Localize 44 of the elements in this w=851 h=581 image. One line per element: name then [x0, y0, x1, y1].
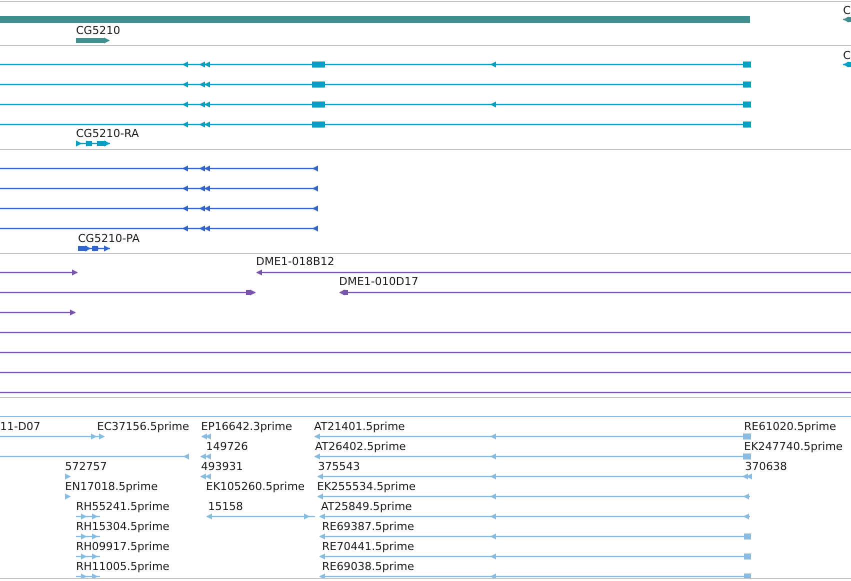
est-glyph: [76, 554, 100, 560]
feature-label: AT21401.5prime: [314, 420, 405, 433]
feature-label: AT25849.5prime: [321, 500, 412, 513]
feature-label: 493931: [201, 460, 243, 473]
feature-label: 149726: [206, 440, 248, 453]
feature-label: EK247740.5prime: [744, 440, 843, 453]
feature-label: 15158: [208, 500, 243, 513]
feature-label: 572757: [65, 460, 107, 473]
feature-label: EN17018.5prime: [65, 480, 158, 493]
feature-label: CG5210: [76, 24, 120, 37]
feature-label: C: [843, 4, 851, 17]
feature-label: RH09917.5prime: [76, 540, 170, 553]
gene-glyph: [843, 16, 851, 22]
feature-label: RH15304.5prime: [76, 520, 170, 533]
est-glyph: [201, 434, 211, 440]
feature-label: EK255534.5prime: [317, 480, 416, 493]
feature-label: EC37156.5prime: [97, 420, 190, 433]
feature-label: RE61020.5prime: [744, 420, 836, 433]
feature-label: 370638: [745, 460, 787, 473]
feature-label: RH55241.5prime: [76, 500, 170, 513]
feature-label: EK105260.5prime: [206, 480, 305, 493]
feature-label: EP16642.3prime: [201, 420, 292, 433]
gene-glyph: [76, 38, 110, 44]
feature-label: CG5210-RA: [76, 127, 139, 140]
feature-label: 375543: [318, 460, 360, 473]
feature-label: RE70441.5prime: [322, 540, 414, 553]
est-glyph: [200, 474, 211, 480]
feature-label: AT26402.5prime: [315, 440, 406, 453]
feature-label: RE69387.5prime: [322, 520, 414, 533]
est-glyph: [200, 454, 211, 460]
transcript-glyph: [76, 140, 110, 146]
protein-glyph: [78, 246, 110, 252]
est-glyph: [76, 534, 100, 540]
feature-label: RH11005.5prime: [76, 560, 170, 573]
feature-label: CG5210-PA: [78, 232, 140, 245]
feature-label: 11-D07: [0, 420, 40, 433]
feature-label: DME1-018B12: [256, 255, 334, 268]
feature-label: DME1-010D17: [339, 275, 418, 288]
est-glyph: [65, 474, 71, 480]
est-glyph: [76, 514, 100, 520]
transcript-glyph: [843, 62, 851, 68]
feature-label: RE69038.5prime: [322, 560, 414, 573]
feature-label: C: [843, 49, 851, 62]
est-glyph: [65, 494, 71, 500]
